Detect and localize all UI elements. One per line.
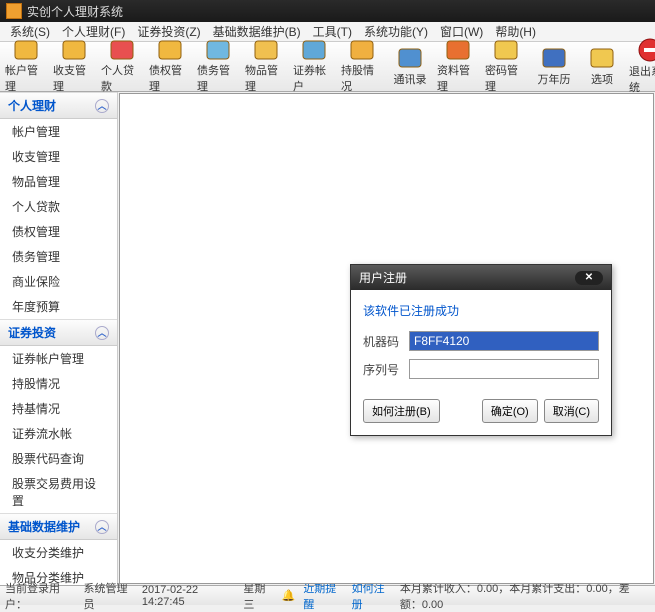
tool-icon-5 <box>252 39 280 61</box>
tool-icon-0 <box>12 39 40 61</box>
sidebar-item-s1-0[interactable]: 帐户管理 <box>0 119 117 144</box>
tool-icon-4 <box>204 39 232 61</box>
machine-code-input[interactable] <box>409 331 599 351</box>
toolbar-btn-12[interactable]: 选项 <box>578 44 626 89</box>
toolbar-label-10: 密码管理 <box>485 62 527 94</box>
dialog-buttons: 如何注册(B) 确定(O) 取消(C) <box>351 399 611 435</box>
app-icon <box>6 3 22 19</box>
toolbar-label-11: 万年历 <box>538 71 571 87</box>
toolbar-btn-8[interactable]: 通讯录 <box>386 44 434 89</box>
status-weekday: 星期三 <box>243 580 273 612</box>
section-title: 证券投资 <box>8 324 56 341</box>
toolbar-label-0: 帐户管理 <box>5 62 47 94</box>
toolbar-label-9: 资料管理 <box>437 62 479 94</box>
toolbar-btn-1[interactable]: 收支管理 <box>50 44 98 89</box>
tool-icon-9 <box>444 39 472 61</box>
dialog-title: 用户注册 <box>359 269 407 286</box>
machine-code-row: 机器码 <box>363 331 599 351</box>
content-area: 用户注册 ✕ 该软件已注册成功 机器码 序列号 如何注册(B) 确定(O) 取消… <box>119 93 654 584</box>
sidebar-item-s2-2[interactable]: 持基情况 <box>0 396 117 421</box>
tool-icon-1 <box>60 39 88 61</box>
sidebar-item-s1-6[interactable]: 商业保险 <box>0 269 117 294</box>
sidebar-item-s1-5[interactable]: 债务管理 <box>0 244 117 269</box>
sidebar-item-s1-2[interactable]: 物品管理 <box>0 169 117 194</box>
toolbar-btn-7[interactable]: 持股情况 <box>338 44 386 89</box>
chevron-up-icon: ︿ <box>95 99 109 113</box>
tool-icon-2 <box>108 39 136 61</box>
sidebar-item-s3-0[interactable]: 收支分类维护 <box>0 540 117 565</box>
ok-button[interactable]: 确定(O) <box>482 399 538 423</box>
toolbar-btn-9[interactable]: 资料管理 <box>434 44 482 89</box>
toolbar-btn-0[interactable]: 帐户管理 <box>2 44 50 89</box>
status-remind[interactable]: 近期提醒 <box>303 580 343 612</box>
sidebar-item-s1-3[interactable]: 个人贷款 <box>0 194 117 219</box>
toolbar-btn-13[interactable]: 退出系统 <box>626 44 655 89</box>
toolbar-btn-2[interactable]: 个人贷款 <box>98 44 146 89</box>
section-title: 个人理财 <box>8 97 56 114</box>
dialog-message: 该软件已注册成功 <box>363 302 599 319</box>
toolbar: 帐户管理收支管理个人贷款债权管理债务管理物品管理证券帐户持股情况通讯录资料管理密… <box>0 42 655 92</box>
cancel-button[interactable]: 取消(C) <box>544 399 599 423</box>
toolbar-label-6: 证券帐户 <box>293 62 335 94</box>
tool-icon-11 <box>540 46 568 70</box>
close-icon[interactable]: ✕ <box>575 271 603 285</box>
exit-icon <box>636 38 655 62</box>
chevron-up-icon: ︿ <box>95 326 109 340</box>
toolbar-label-2: 个人贷款 <box>101 62 143 94</box>
title-bar: 实创个人理财系统 <box>0 0 655 22</box>
toolbar-label-8: 通讯录 <box>394 71 427 87</box>
dialog-title-bar: 用户注册 ✕ <box>351 265 611 290</box>
status-user-label: 当前登录用户： <box>5 580 76 612</box>
tool-icon-8 <box>396 46 424 70</box>
how-register-button[interactable]: 如何注册(B) <box>363 399 440 423</box>
toolbar-label-12: 选项 <box>591 71 613 87</box>
toolbar-btn-5[interactable]: 物品管理 <box>242 44 290 89</box>
section-title: 基础数据维护 <box>8 518 80 535</box>
status-summary: 本月累计收入：0.00，本月累计支出：0.00，差额：0.00 <box>400 580 650 612</box>
toolbar-label-4: 债务管理 <box>197 62 239 94</box>
app-title: 实创个人理财系统 <box>27 3 123 20</box>
sidebar-item-s2-3[interactable]: 证券流水帐 <box>0 421 117 446</box>
toolbar-btn-10[interactable]: 密码管理 <box>482 44 530 89</box>
tool-icon-12 <box>588 46 616 70</box>
sidebar-item-s2-0[interactable]: 证券帐户管理 <box>0 346 117 371</box>
sidebar-item-s1-1[interactable]: 收支管理 <box>0 144 117 169</box>
chevron-up-icon: ︿ <box>95 520 109 534</box>
serial-label: 序列号 <box>363 361 403 378</box>
dialog-body: 该软件已注册成功 机器码 序列号 <box>351 290 611 399</box>
status-datetime: 2017-02-22 14:27:45 <box>142 584 236 608</box>
tool-icon-10 <box>492 39 520 61</box>
sidebar-item-s1-4[interactable]: 债权管理 <box>0 219 117 244</box>
tool-icon-3 <box>156 39 184 61</box>
status-user: 系统管理员 <box>84 580 134 612</box>
serial-input[interactable] <box>409 359 599 379</box>
toolbar-label-7: 持股情况 <box>341 62 383 94</box>
sidebar-item-s2-1[interactable]: 持股情况 <box>0 371 117 396</box>
toolbar-btn-4[interactable]: 债务管理 <box>194 44 242 89</box>
register-dialog: 用户注册 ✕ 该软件已注册成功 机器码 序列号 如何注册(B) 确定(O) 取消… <box>350 264 612 436</box>
sidebar: 个人理财︿帐户管理收支管理物品管理个人贷款债权管理债务管理商业保险年度预算证券投… <box>0 92 118 585</box>
toolbar-btn-3[interactable]: 债权管理 <box>146 44 194 89</box>
main-area: 个人理财︿帐户管理收支管理物品管理个人贷款债权管理债务管理商业保险年度预算证券投… <box>0 92 655 585</box>
sidebar-item-s1-7[interactable]: 年度预算 <box>0 294 117 319</box>
tool-icon-7 <box>348 39 376 61</box>
tool-icon-6 <box>300 39 328 61</box>
status-howreg[interactable]: 如何注册 <box>352 580 392 612</box>
sidebar-item-s2-4[interactable]: 股票代码查询 <box>0 446 117 471</box>
section-header-s2[interactable]: 证券投资 ︿ <box>0 319 117 346</box>
bell-icon: 🔔 <box>282 589 296 602</box>
toolbar-label-5: 物品管理 <box>245 62 287 94</box>
serial-row: 序列号 <box>363 359 599 379</box>
sidebar-item-s2-5[interactable]: 股票交易费用设置 <box>0 471 117 513</box>
section-header-s1[interactable]: 个人理财 ︿ <box>0 92 117 119</box>
toolbar-label-13: 退出系统 <box>629 63 655 95</box>
toolbar-label-1: 收支管理 <box>53 62 95 94</box>
toolbar-btn-11[interactable]: 万年历 <box>530 44 578 89</box>
status-bar: 当前登录用户： 系统管理员 2017-02-22 14:27:45 星期三 🔔 … <box>0 585 655 605</box>
machine-code-label: 机器码 <box>363 333 403 350</box>
section-header-s3[interactable]: 基础数据维护 ︿ <box>0 513 117 540</box>
toolbar-label-3: 债权管理 <box>149 62 191 94</box>
toolbar-btn-6[interactable]: 证券帐户 <box>290 44 338 89</box>
